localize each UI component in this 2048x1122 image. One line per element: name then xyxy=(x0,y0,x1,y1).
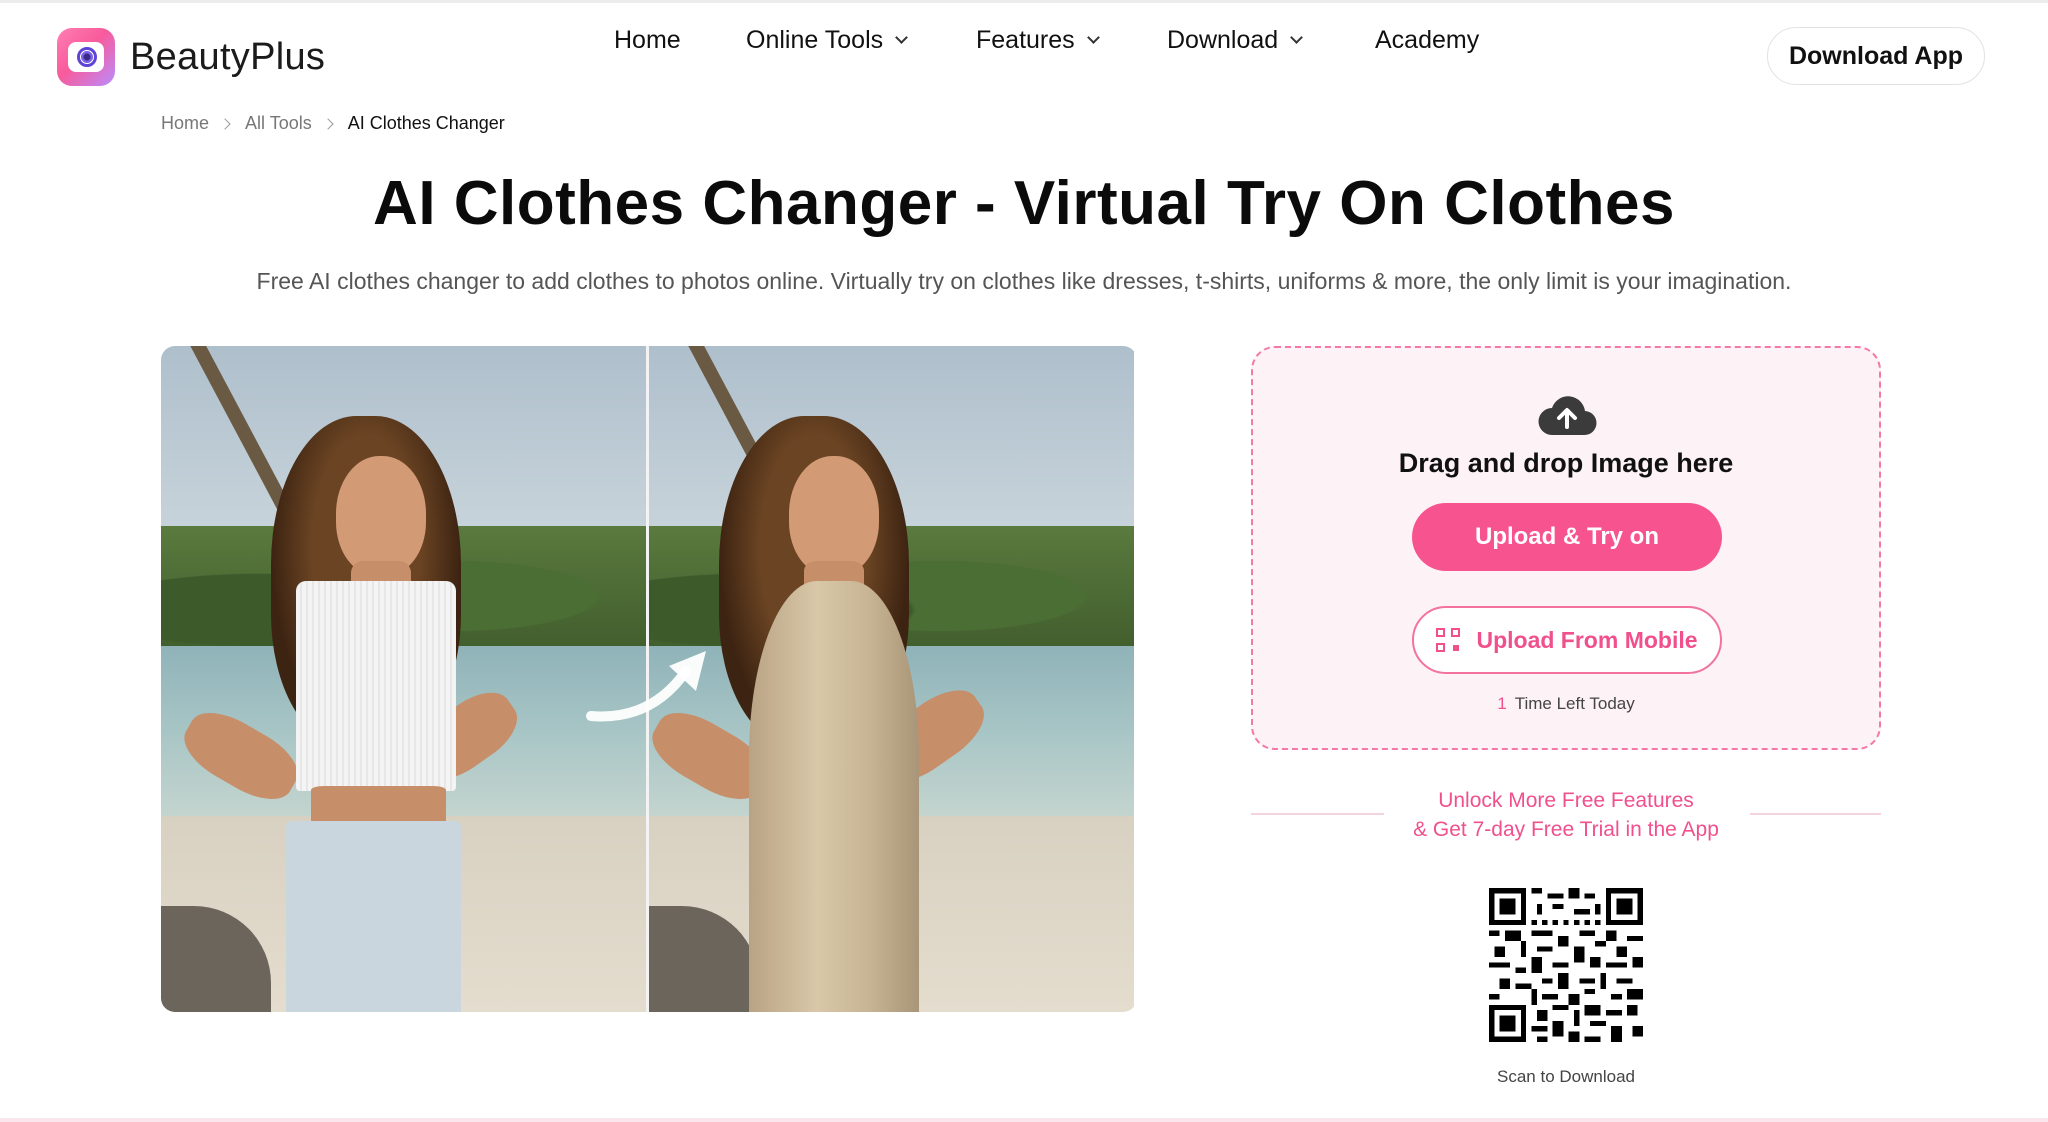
upload-from-mobile-label: Upload From Mobile xyxy=(1476,626,1698,653)
drag-drop-text: Drag and drop Image here xyxy=(1398,448,1734,478)
times-left-today: 1 Time Left Today xyxy=(1253,694,1879,714)
nav-download[interactable]: Download xyxy=(1167,25,1304,55)
transform-arrow-icon xyxy=(586,651,706,722)
upload-try-on-button[interactable]: Upload & Try on xyxy=(1412,503,1722,571)
before-photo xyxy=(161,346,646,1012)
page-title: AI Clothes Changer - Virtual Try On Clot… xyxy=(373,169,1675,238)
chevron-down-icon xyxy=(1290,30,1304,44)
nav-download-label: Download xyxy=(1167,25,1279,54)
chevron-right-icon xyxy=(322,117,334,130)
site-header: BeautyPlus Home Online Tools Features Do… xyxy=(0,4,2048,108)
chevron-down-icon xyxy=(895,30,908,44)
nav-features-label: Features xyxy=(976,25,1075,54)
app-promo: Unlock More Free Features & Get 7-day Fr… xyxy=(1251,786,1881,844)
download-app-button[interactable]: Download App xyxy=(1767,27,1985,85)
times-left-count: 1 xyxy=(1497,694,1507,713)
bottom-border xyxy=(0,1118,2048,1122)
nav-online-tools[interactable]: Online Tools xyxy=(746,25,908,55)
breadcrumb-home[interactable]: Home xyxy=(161,113,209,134)
brand-logo[interactable]: BeautyPlus xyxy=(57,28,325,86)
before-after-image xyxy=(161,346,1137,1012)
qr-code-icon xyxy=(1436,628,1461,652)
nav-home[interactable]: Home xyxy=(614,26,681,55)
breadcrumb: Home All Tools AI Clothes Changer xyxy=(161,113,505,134)
times-left-label: Time Left Today xyxy=(1514,694,1635,713)
upload-from-mobile-button[interactable]: Upload From Mobile xyxy=(1412,606,1722,674)
chevron-right-icon xyxy=(219,117,231,130)
promo-line-1: Unlock More Free Features xyxy=(1438,789,1694,812)
download-qr-code xyxy=(1489,888,1643,1042)
breadcrumb-current: AI Clothes Changer xyxy=(347,113,505,133)
nav-features[interactable]: Features xyxy=(976,25,1100,55)
top-border xyxy=(0,0,2048,3)
nav-online-tools-label: Online Tools xyxy=(746,25,884,54)
cloud-upload-icon xyxy=(1538,396,1597,436)
promo-line-2: & Get 7-day Free Trial in the App xyxy=(1413,818,1719,841)
after-photo xyxy=(649,346,1134,1012)
qr-caption: Scan to Download xyxy=(1497,1067,1635,1086)
nav-academy-label: Academy xyxy=(1375,25,1480,54)
brand-name: BeautyPlus xyxy=(130,35,326,78)
page-subtitle: Free AI clothes changer to add clothes t… xyxy=(256,268,1792,294)
breadcrumb-all-tools[interactable]: All Tools xyxy=(245,113,312,134)
upload-dropzone[interactable]: Drag and drop Image here Upload & Try on… xyxy=(1251,346,1881,750)
chevron-down-icon xyxy=(1086,30,1100,44)
beautyplus-logo-icon xyxy=(57,28,115,86)
nav-academy[interactable]: Academy xyxy=(1375,26,1479,55)
nav-home-label: Home xyxy=(614,25,681,54)
